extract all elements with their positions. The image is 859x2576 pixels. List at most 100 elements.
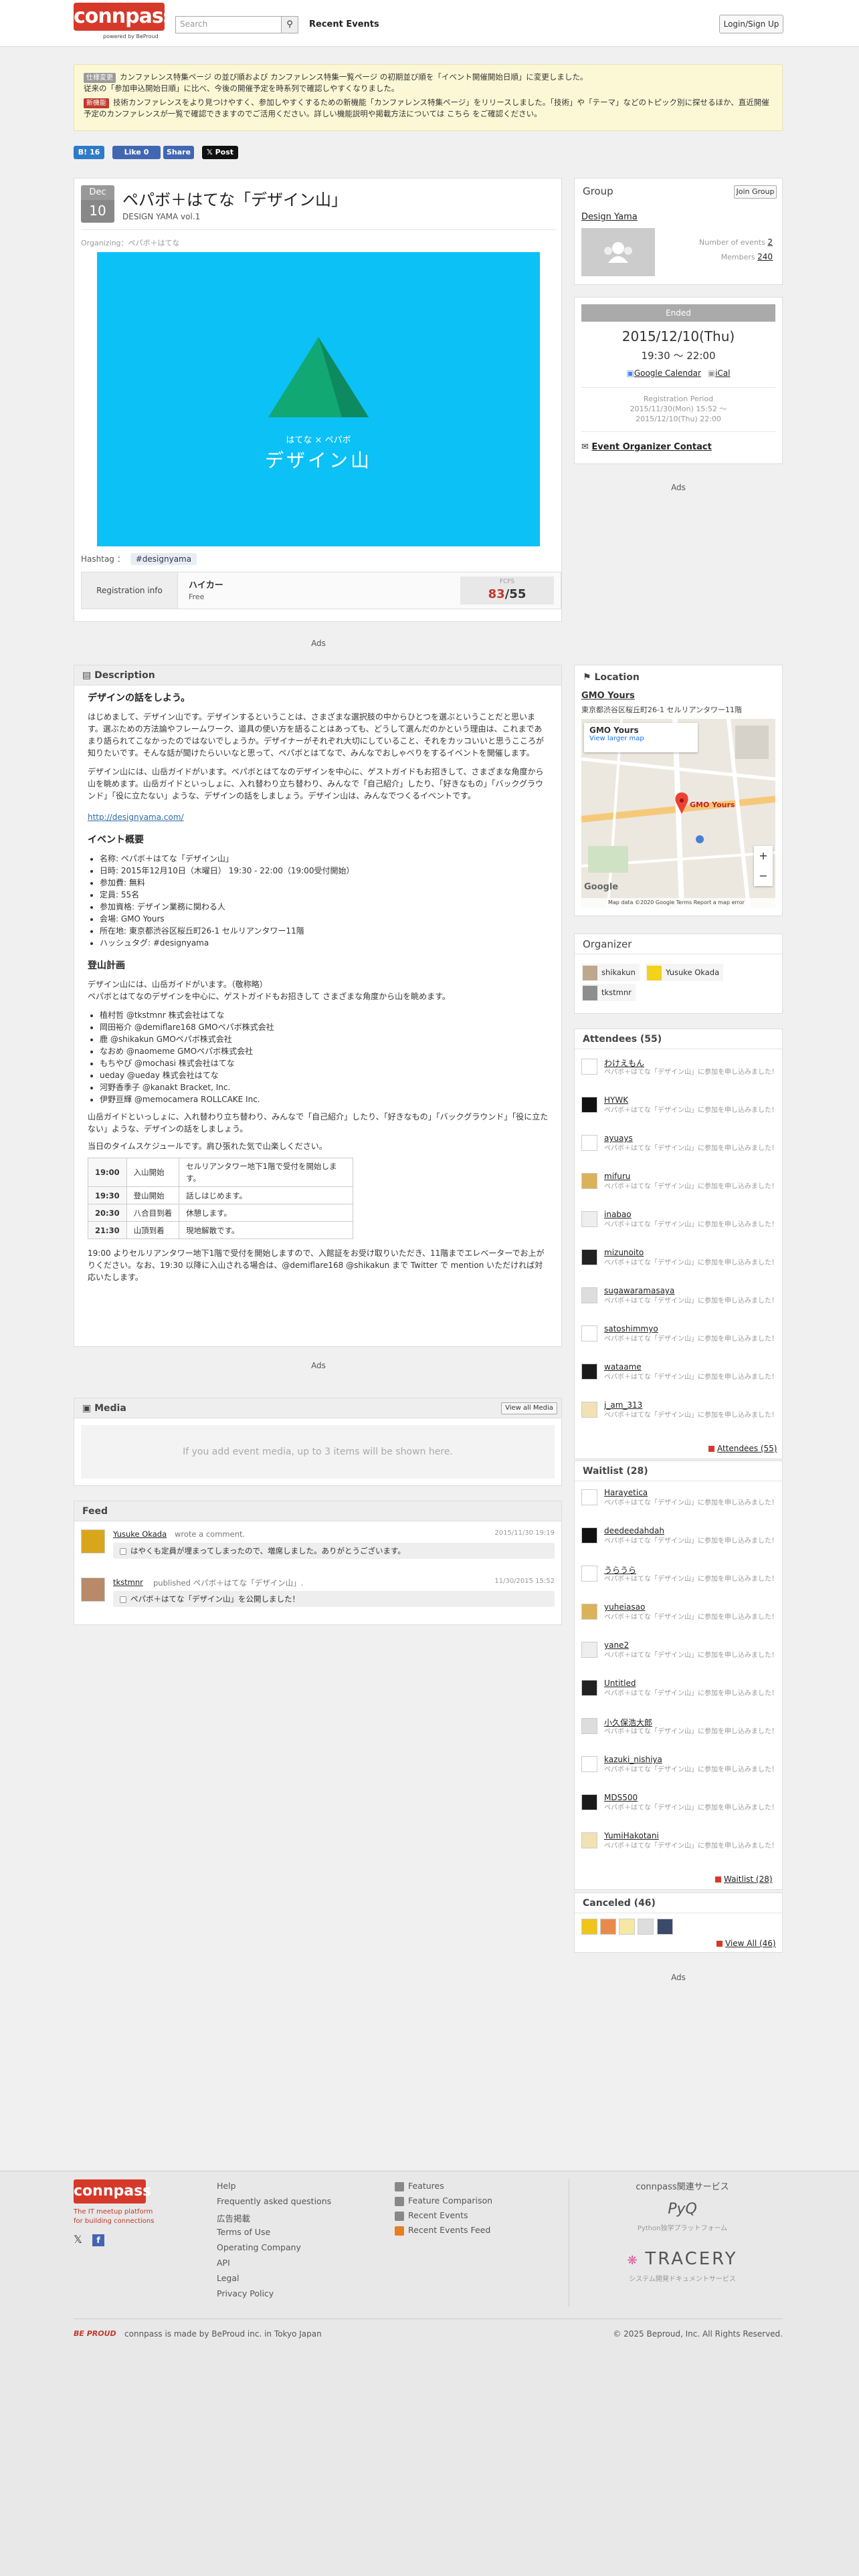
- venue-map[interactable]: GMO Yours View larger map GMO Yours Goog…: [581, 719, 775, 907]
- person-name[interactable]: ayuays: [604, 1134, 633, 1143]
- person-name[interactable]: kazuki_nishiya: [604, 1755, 662, 1764]
- organizer-chip[interactable]: shikakun: [581, 964, 640, 981]
- waitlist-more-link[interactable]: Waitlist (28): [715, 1874, 773, 1884]
- avatar[interactable]: [638, 1919, 654, 1935]
- mountain-icon: [268, 337, 369, 417]
- group-name-link[interactable]: Design Yama: [581, 212, 638, 222]
- person-name[interactable]: YumiHakotani: [604, 1831, 659, 1840]
- person-name[interactable]: 小久保浩大郎: [604, 1717, 652, 1728]
- footer-link[interactable]: Help: [217, 2181, 236, 2191]
- pin-icon: ⚑: [583, 672, 595, 683]
- person-name[interactable]: うらうら: [604, 1564, 636, 1576]
- description-body: デザインの話をしよう。 はじめまして、デザイン山です。デザインするということは、…: [88, 692, 549, 1283]
- avatar[interactable]: [581, 1173, 597, 1189]
- avatar[interactable]: [581, 1364, 597, 1380]
- facebook-share-button[interactable]: Share: [163, 146, 194, 159]
- avatar[interactable]: [81, 1529, 105, 1553]
- feed-user[interactable]: Yusuke Okada: [113, 1529, 167, 1539]
- person-name[interactable]: わけえもん: [604, 1057, 644, 1069]
- avatar[interactable]: [600, 1919, 617, 1935]
- footer-link[interactable]: Privacy Policy: [217, 2288, 274, 2298]
- event-hero-image: はてな × ペパボ デザイン山: [97, 252, 540, 546]
- footer-feature-link[interactable]: Feature Comparison: [395, 2195, 492, 2206]
- schedule-note: セルリアンタワー地下1階で受付を開始します。: [179, 1158, 354, 1187]
- map-larger-link[interactable]: View larger map: [589, 735, 692, 742]
- avatar[interactable]: [581, 1642, 597, 1658]
- canceled-more-link[interactable]: View All (46): [717, 1939, 776, 1948]
- footer-link[interactable]: Operating Company: [217, 2242, 301, 2252]
- person-name[interactable]: j_am_313: [604, 1400, 642, 1410]
- footer-logo[interactable]: connpass: [74, 2179, 151, 2204]
- person-name[interactable]: mizunoito: [604, 1248, 644, 1257]
- person-name[interactable]: inabao: [604, 1210, 632, 1219]
- ical-link[interactable]: iCal: [715, 368, 730, 378]
- group-avatar[interactable]: [581, 228, 655, 276]
- person-name[interactable]: sugawaramasaya: [604, 1286, 674, 1295]
- footer-link[interactable]: Frequently asked questions: [217, 2196, 331, 2206]
- avatar[interactable]: [581, 1919, 597, 1935]
- google-calendar-link[interactable]: Google Calendar: [634, 368, 701, 378]
- organizer-chip[interactable]: Yusuke Okada: [646, 964, 724, 981]
- footer-link[interactable]: Terms of Use: [217, 2227, 270, 2237]
- avatar[interactable]: [581, 1211, 597, 1227]
- person-name[interactable]: mifuru: [604, 1172, 630, 1181]
- x-post-button[interactable]: 𝕏 Post: [202, 146, 238, 159]
- avatar[interactable]: [581, 1287, 597, 1303]
- footer-link[interactable]: Legal: [217, 2273, 240, 2283]
- person-name[interactable]: Untitled: [604, 1679, 636, 1688]
- avatar[interactable]: [581, 1566, 597, 1582]
- person-name[interactable]: wataame: [604, 1362, 642, 1372]
- person-name[interactable]: MDS500: [604, 1793, 638, 1802]
- person-name[interactable]: HYWK: [604, 1095, 628, 1105]
- avatar[interactable]: [581, 1794, 597, 1810]
- avatar[interactable]: [656, 1919, 673, 1935]
- footer-link[interactable]: API: [217, 2258, 230, 2268]
- login-signup-button[interactable]: Login/Sign Up: [719, 15, 783, 33]
- map-zoom-controls[interactable]: + −: [754, 846, 773, 886]
- avatar[interactable]: [619, 1919, 636, 1935]
- avatar[interactable]: [581, 1249, 597, 1265]
- x-icon[interactable]: 𝕏: [74, 2233, 82, 2246]
- footer-link[interactable]: 広告掲載: [217, 2212, 250, 2224]
- search-icon[interactable]: ⚲: [281, 16, 298, 33]
- view-all-media-button[interactable]: View all Media: [501, 1402, 557, 1414]
- feed-user[interactable]: tkstmnr: [113, 1578, 143, 1587]
- recent-events-link[interactable]: Recent Events: [309, 19, 379, 29]
- avatar[interactable]: [581, 1680, 597, 1696]
- footer-feature-link[interactable]: Recent Events: [395, 2210, 468, 2221]
- footer-feature-link[interactable]: Features: [395, 2181, 444, 2191]
- avatar[interactable]: [81, 1578, 105, 1602]
- search-input[interactable]: Search: [175, 16, 289, 33]
- avatar[interactable]: [581, 1718, 597, 1734]
- join-group-button[interactable]: Join Group: [734, 185, 777, 199]
- desc-url-link[interactable]: http://designyama.com/: [88, 813, 184, 822]
- facebook-icon[interactable]: f: [92, 2234, 104, 2246]
- tracery-logo[interactable]: ❋ TRACERY: [609, 2249, 756, 2269]
- avatar[interactable]: [581, 1059, 597, 1075]
- hatena-bookmark-button[interactable]: B! 16: [74, 146, 104, 159]
- avatar[interactable]: [581, 1832, 597, 1848]
- attendees-more-link[interactable]: Attendees (55): [708, 1444, 777, 1453]
- avatar[interactable]: [581, 1604, 597, 1620]
- facebook-like-button[interactable]: Like 0: [112, 146, 161, 159]
- person-name[interactable]: Harayetica: [604, 1488, 648, 1497]
- avatar[interactable]: [581, 1527, 597, 1543]
- organizer-chip[interactable]: tkstmnr: [581, 984, 636, 1001]
- person-name[interactable]: satoshimmyo: [604, 1324, 658, 1333]
- beproud-logo[interactable]: BE PROUD: [74, 2329, 116, 2338]
- avatar[interactable]: [581, 1489, 597, 1505]
- venue-link[interactable]: GMO Yours: [581, 691, 635, 701]
- person-name[interactable]: yuheiasao: [604, 1602, 645, 1612]
- footer-feature-link[interactable]: Recent Events Feed: [395, 2225, 490, 2236]
- avatar[interactable]: [581, 1325, 597, 1341]
- avatar[interactable]: [581, 1135, 597, 1151]
- avatar[interactable]: [581, 1402, 597, 1418]
- avatar[interactable]: [581, 1756, 597, 1772]
- hashtag-link[interactable]: #designyama: [130, 553, 197, 565]
- organizer-contact-link[interactable]: Event Organizer Contact: [591, 442, 711, 452]
- person-name[interactable]: deedeedahdah: [604, 1526, 664, 1535]
- connpass-logo[interactable]: connpass powered by BeProud: [74, 3, 175, 43]
- person-name[interactable]: yane2: [604, 1640, 629, 1650]
- pyq-logo[interactable]: PyQ: [615, 2201, 749, 2218]
- avatar[interactable]: [581, 1097, 597, 1113]
